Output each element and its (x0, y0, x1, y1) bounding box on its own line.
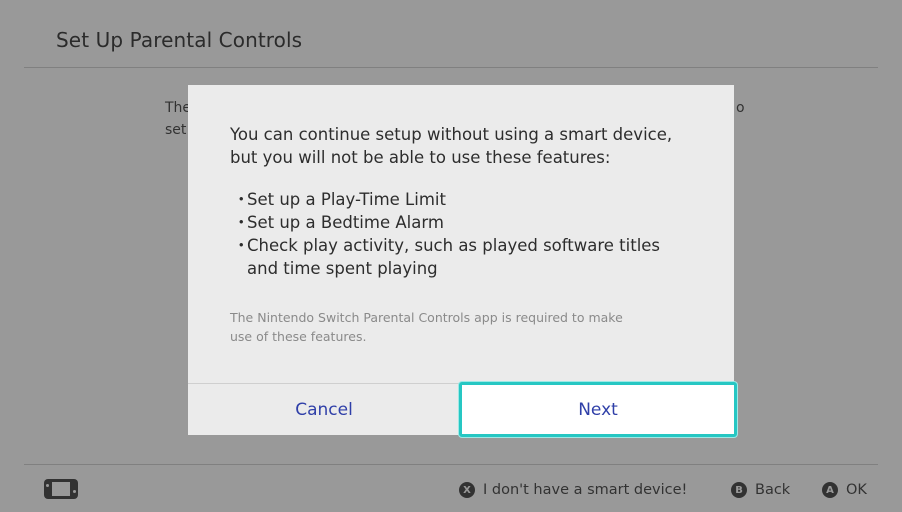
feature-item: ・ Set up a Play-Time Limit (230, 188, 710, 211)
bullet: ・ (233, 213, 250, 232)
setup-without-device-dialog: You can continue setup without using a s… (188, 85, 737, 437)
feature-text: Check play activity, such as played soft… (247, 236, 661, 255)
dialog-note: The Nintendo Switch Parental Controls ap… (230, 308, 700, 346)
dialog-message-line-1: You can continue setup without using a s… (230, 125, 673, 144)
feature-list: ・ Set up a Play-Time Limit ・ Set up a Be… (230, 188, 710, 280)
next-button[interactable]: Next (459, 382, 737, 437)
feature-text: Set up a Play-Time Limit (247, 190, 446, 209)
feature-text-continuation: and time spent playing (247, 259, 438, 278)
dialog-note-line-1: The Nintendo Switch Parental Controls ap… (230, 310, 623, 325)
bullet: ・ (233, 190, 250, 209)
dialog-message-line-2: but you will not be able to use these fe… (230, 148, 611, 167)
dialog-note-line-2: use of these features. (230, 329, 367, 344)
feature-item: ・ Set up a Bedtime Alarm (230, 211, 710, 234)
dialog-message: You can continue setup without using a s… (230, 123, 710, 169)
bullet: ・ (233, 236, 250, 255)
cancel-button[interactable]: Cancel (188, 384, 460, 435)
feature-item: ・ Check play activity, such as played so… (230, 234, 710, 280)
feature-text: Set up a Bedtime Alarm (247, 213, 444, 232)
